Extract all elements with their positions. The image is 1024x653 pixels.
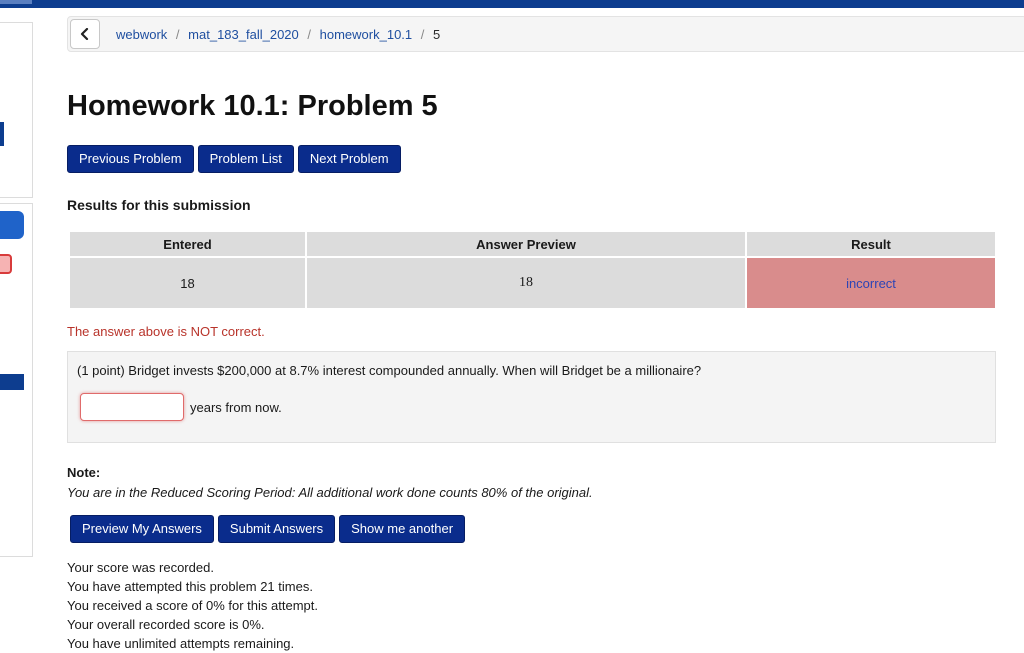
page-title: Homework 10.1: Problem 5 xyxy=(67,90,438,122)
next-problem-button[interactable]: Next Problem xyxy=(297,145,401,173)
status-line: You have unlimited attempts remaining. xyxy=(67,636,295,651)
preview-column-header: Answer Preview xyxy=(305,230,747,258)
problem-panel: (1 point) Bridget invests $200,000 at 8.… xyxy=(67,351,996,443)
previous-problem-button[interactable]: Previous Problem xyxy=(67,145,194,173)
incorrect-message: The answer above is NOT correct. xyxy=(67,324,265,339)
status-line: You received a score of 0% for this atte… xyxy=(67,598,318,613)
status-line: You have attempted this problem 21 times… xyxy=(67,579,313,594)
submit-answers-button[interactable]: Submit Answers xyxy=(217,515,336,543)
problem-statement: (1 point) Bridget invests $200,000 at 8.… xyxy=(77,363,702,378)
sidebar-status-indicator xyxy=(0,254,12,274)
entered-answer-cell: 18 xyxy=(68,256,307,310)
sidebar-active-marker xyxy=(0,122,4,146)
results-heading: Results for this submission xyxy=(67,197,251,213)
sidebar-button[interactable] xyxy=(0,211,24,239)
back-button[interactable] xyxy=(70,19,100,49)
breadcrumb-separator: / xyxy=(420,27,425,42)
breadcrumb-set[interactable]: homework_10.1 xyxy=(320,27,413,42)
answer-preview-cell: 18 xyxy=(305,256,747,310)
preview-answers-button[interactable]: Preview My Answers xyxy=(70,515,214,543)
breadcrumb-separator: / xyxy=(307,27,312,42)
table-row: 18 18 incorrect xyxy=(68,256,997,310)
answer-unit-label: years from now. xyxy=(190,400,282,415)
answer-input[interactable] xyxy=(80,393,184,421)
breadcrumb: webwork / mat_183_fall_2020 / homework_1… xyxy=(67,16,1024,52)
result-column-header: Result xyxy=(745,230,997,258)
note-text: You are in the Reduced Scoring Period: A… xyxy=(67,485,593,500)
problem-list-button[interactable]: Problem List xyxy=(197,145,294,173)
breadcrumb-trail: webwork / mat_183_fall_2020 / homework_1… xyxy=(116,27,440,42)
answer-actions: Preview My Answers Submit Answers Show m… xyxy=(70,515,466,543)
status-line: Your overall recorded score is 0%. xyxy=(67,617,265,632)
status-line: Your score was recorded. xyxy=(67,560,214,575)
entered-column-header: Entered xyxy=(68,230,307,258)
breadcrumb-separator: / xyxy=(175,27,180,42)
problem-navigation: Previous Problem Problem List Next Probl… xyxy=(67,145,401,173)
chevron-left-icon xyxy=(80,28,89,40)
top-navigation-bar xyxy=(0,0,1024,8)
breadcrumb-webwork[interactable]: webwork xyxy=(116,27,167,42)
show-another-button[interactable]: Show me another xyxy=(339,515,466,543)
results-table: Entered Answer Preview Result 18 18 inco… xyxy=(68,230,997,310)
sidebar-highlight-bar xyxy=(0,374,24,390)
breadcrumb-course[interactable]: mat_183_fall_2020 xyxy=(188,27,299,42)
sidebar-panel-top xyxy=(0,22,33,198)
breadcrumb-problem: 5 xyxy=(433,27,441,42)
result-status-cell: incorrect xyxy=(745,256,997,310)
results-header-row: Entered Answer Preview Result xyxy=(68,230,997,258)
score-status: Your score was recorded. You have attemp… xyxy=(67,558,318,653)
note-label: Note: xyxy=(67,465,101,480)
top-bar-tab[interactable] xyxy=(0,0,32,4)
